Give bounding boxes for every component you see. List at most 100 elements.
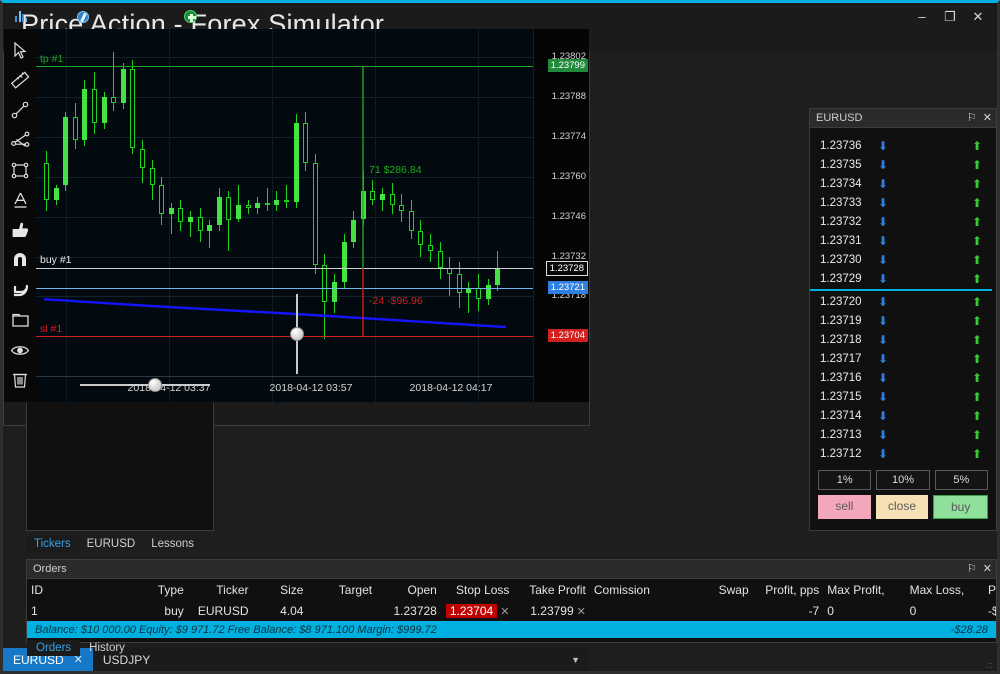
tab-lessons[interactable]: Lessons (143, 536, 202, 553)
arrow-up-icon[interactable]: ⬆ (972, 254, 982, 266)
column-type[interactable]: Type (125, 583, 188, 597)
close-icon[interactable]: ✕ (983, 564, 992, 575)
order-book-row[interactable]: 1.23715⬇⬆ (810, 387, 996, 406)
arrow-up-icon[interactable]: ⬆ (972, 353, 982, 365)
buy-button[interactable]: buy (933, 495, 988, 519)
order-book-row[interactable]: 1.23732⬇⬆ (810, 212, 996, 231)
column-open[interactable]: Open (376, 583, 441, 597)
column-take-profit[interactable]: Take Profit (513, 583, 589, 597)
arrow-up-icon[interactable]: ⬆ (972, 296, 982, 308)
arrow-down-icon[interactable]: ⬇ (878, 353, 888, 365)
arrow-down-icon[interactable]: ⬇ (878, 140, 888, 152)
tab-orders[interactable]: Orders (27, 640, 80, 656)
column-target[interactable]: Target (307, 583, 376, 597)
pin-icon[interactable]: ⚐ (967, 564, 977, 575)
tab-history[interactable]: History (80, 640, 134, 656)
trash-icon[interactable] (6, 365, 34, 395)
fork-icon[interactable] (6, 125, 34, 155)
arrow-up-icon[interactable]: ⬆ (972, 235, 982, 247)
order-book-row[interactable]: 1.23713⬇⬆ (810, 425, 996, 444)
order-book-row[interactable]: 1.23717⬇⬆ (810, 349, 996, 368)
text-icon[interactable] (6, 185, 34, 215)
close-icon[interactable]: ✕ (983, 113, 992, 124)
column-comission[interactable]: Comission (590, 583, 674, 597)
percent-button-10[interactable]: 10% (876, 470, 929, 490)
folder-icon[interactable] (6, 305, 34, 335)
arrow-down-icon[interactable]: ⬇ (878, 216, 888, 228)
order-book-row[interactable]: 1.23718⬇⬆ (810, 330, 996, 349)
chart-plot[interactable]: tp #1 buy #1 sl #1 71 $286.84 -24 -$96.9… (36, 29, 533, 402)
arrow-down-icon[interactable]: ⬇ (878, 178, 888, 190)
order-book-row[interactable]: 1.23720⬇⬆ (810, 292, 996, 311)
arrow-down-icon[interactable]: ⬇ (878, 429, 888, 441)
column-stop-loss[interactable]: Stop Loss (441, 583, 514, 597)
sell-button[interactable]: sell (818, 495, 871, 519)
remove-stop-loss-icon[interactable]: ✕ (500, 606, 509, 618)
arrow-down-icon[interactable]: ⬇ (878, 159, 888, 171)
zoom-slider-vertical[interactable] (290, 294, 304, 374)
order-book-row[interactable]: 1.23729⬇⬆ (810, 269, 996, 288)
time-axis[interactable]: 2018-04-12 03:372018-04-12 03:572018-04-… (36, 376, 533, 402)
column-id[interactable]: ID (27, 583, 125, 597)
arrow-down-icon[interactable]: ⬇ (878, 334, 888, 346)
close-position-button[interactable]: close (876, 495, 929, 519)
arrow-up-icon[interactable]: ⬆ (972, 159, 982, 171)
trendline-icon[interactable] (6, 95, 34, 125)
arrow-up-icon[interactable]: ⬆ (972, 216, 982, 228)
arrow-down-icon[interactable]: ⬇ (878, 197, 888, 209)
arrow-up-icon[interactable]: ⬆ (972, 372, 982, 384)
arrow-down-icon[interactable]: ⬇ (878, 372, 888, 384)
arrow-up-icon[interactable]: ⬆ (972, 429, 982, 441)
arrow-up-icon[interactable]: ⬆ (972, 334, 982, 346)
remove-take-profit-icon[interactable]: ✕ (577, 606, 586, 618)
resize-grip[interactable]: .:: (985, 660, 993, 670)
table-row[interactable]: 1 buy EURUSD 4.04 1.23728 1.23704✕ 1.237… (27, 600, 996, 621)
minimize-icon[interactable]: – (909, 6, 935, 26)
order-book-row[interactable]: 1.23730⬇⬆ (810, 250, 996, 269)
arrow-up-icon[interactable]: ⬆ (972, 197, 982, 209)
arrow-down-icon[interactable]: ⬇ (878, 235, 888, 247)
arrow-down-icon[interactable]: ⬇ (878, 410, 888, 422)
arrow-up-icon[interactable]: ⬆ (972, 410, 982, 422)
maximize-icon[interactable]: ❐ (937, 6, 963, 26)
order-book-row[interactable]: 1.23733⬇⬆ (810, 193, 996, 212)
pin-icon[interactable]: ⚐ (967, 113, 977, 124)
percent-button-1[interactable]: 1% (818, 470, 871, 490)
order-book-row[interactable]: 1.23714⬇⬆ (810, 406, 996, 425)
slider-knob[interactable] (290, 327, 304, 341)
column-max-loss[interactable]: Max Loss, (906, 583, 984, 597)
ruler-icon[interactable] (6, 65, 34, 95)
percent-button-5[interactable]: 5% (935, 470, 988, 490)
arrow-down-icon[interactable]: ⬇ (878, 296, 888, 308)
column-profit-pps[interactable]: Profit, pps (753, 583, 824, 597)
column-max-profit[interactable]: Max Profit, (823, 583, 905, 597)
column-swap[interactable]: Swap (674, 583, 752, 597)
column-ticker[interactable]: Ticker (188, 583, 253, 597)
thumbs-up-icon[interactable] (6, 215, 34, 245)
magnet-icon[interactable] (6, 245, 34, 275)
arrow-up-icon[interactable]: ⬆ (972, 178, 982, 190)
order-book-row[interactable]: 1.23712⬇⬆ (810, 444, 996, 463)
arrow-down-icon[interactable]: ⬇ (878, 254, 888, 266)
order-book-row[interactable]: 1.23716⬇⬆ (810, 368, 996, 387)
arrow-down-icon[interactable]: ⬇ (878, 391, 888, 403)
order-book-row[interactable]: 1.23736⬇⬆ (810, 136, 996, 155)
order-book-row[interactable]: 1.23731⬇⬆ (810, 231, 996, 250)
order-book-row[interactable]: 1.23734⬇⬆ (810, 174, 996, 193)
price-axis[interactable]: 1.238021.237881.237741.237601.237461.237… (533, 29, 589, 402)
order-book-row[interactable]: 1.23735⬇⬆ (810, 155, 996, 174)
tab-tickers[interactable]: Tickers (26, 536, 79, 553)
arrow-up-icon[interactable]: ⬆ (972, 315, 982, 327)
cursor-icon[interactable] (6, 35, 34, 65)
arrow-up-icon[interactable]: ⬆ (972, 273, 982, 285)
arrow-down-icon[interactable]: ⬇ (878, 448, 888, 460)
column-profit-usd[interactable]: Profit, $ (984, 583, 996, 597)
arrow-up-icon[interactable]: ⬆ (972, 391, 982, 403)
arrow-down-icon[interactable]: ⬇ (878, 273, 888, 285)
order-book-row[interactable]: 1.23719⬇⬆ (810, 311, 996, 330)
arrow-down-icon[interactable]: ⬇ (878, 315, 888, 327)
arrow-up-icon[interactable]: ⬆ (972, 448, 982, 460)
arrow-up-icon[interactable]: ⬆ (972, 140, 982, 152)
close-icon[interactable]: ✕ (965, 6, 991, 26)
undo-icon[interactable] (6, 275, 34, 305)
